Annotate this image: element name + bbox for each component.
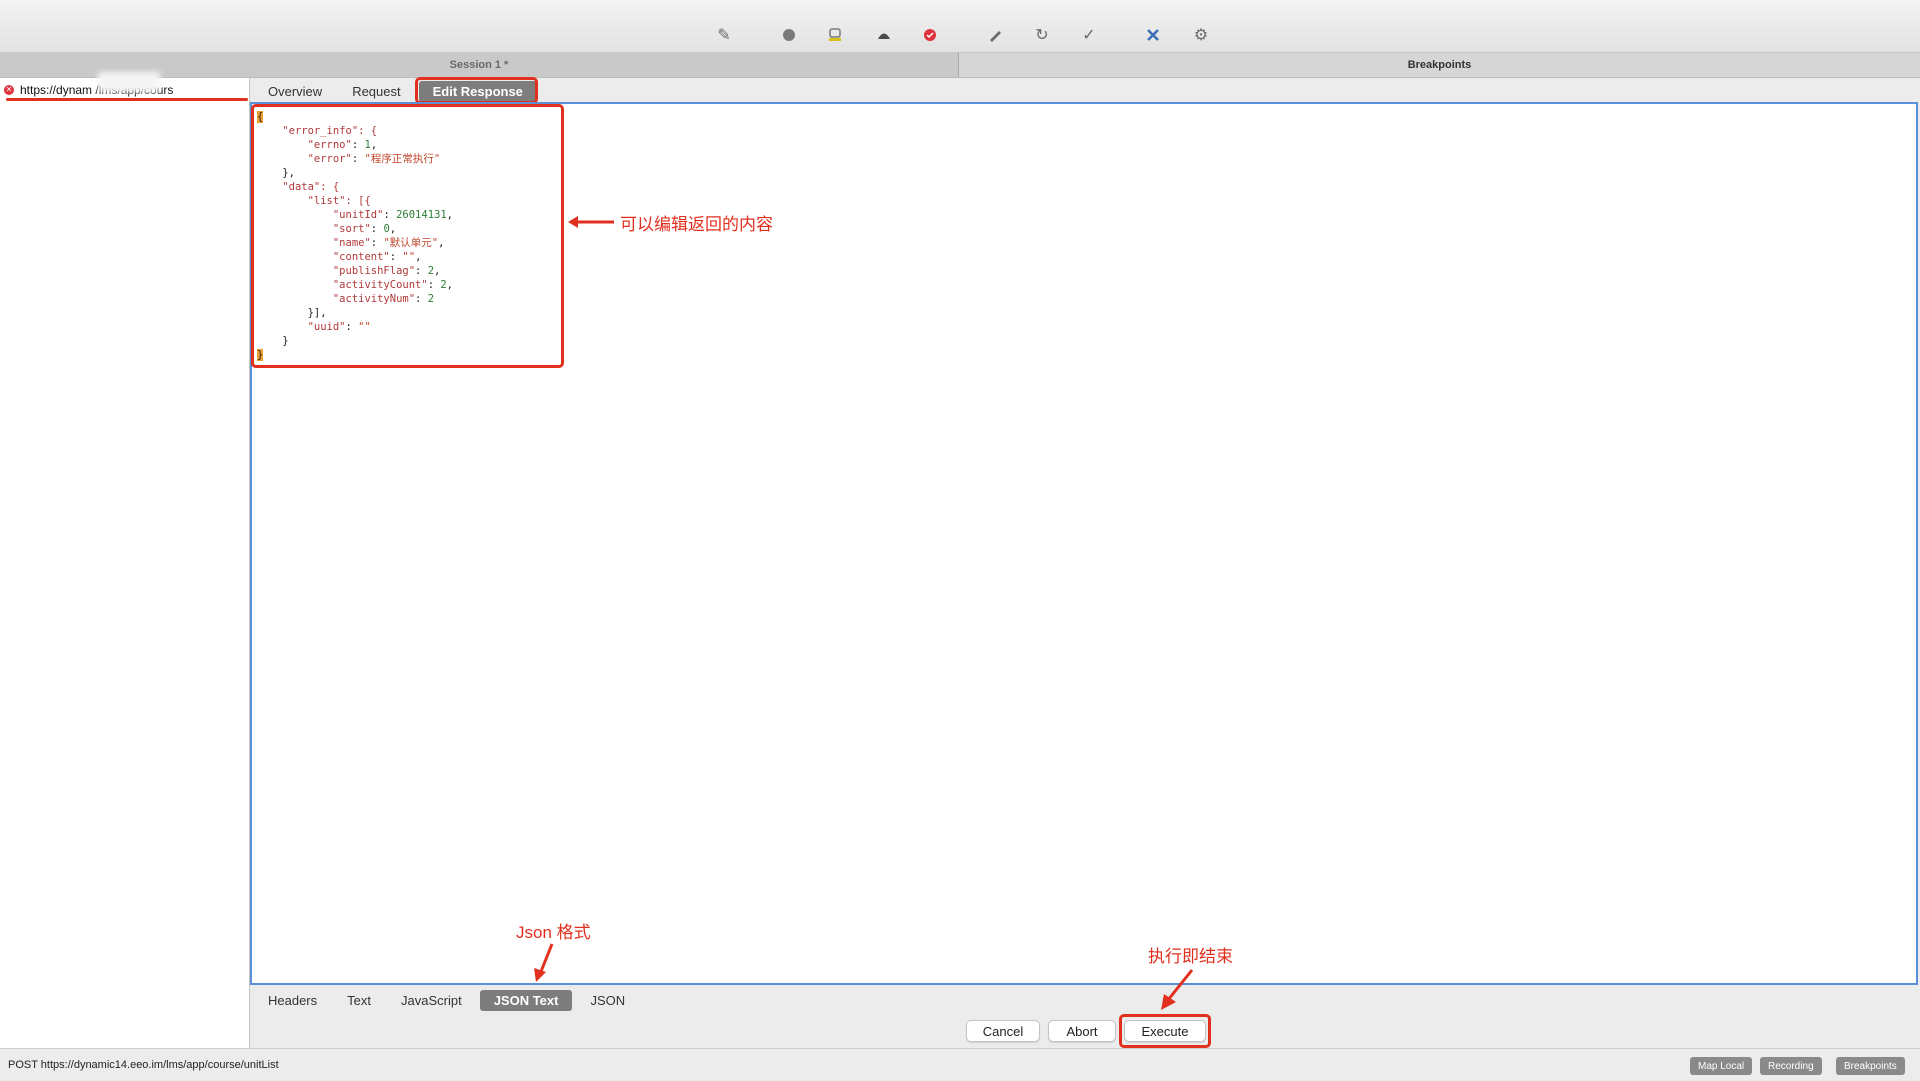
tab-json-text[interactable]: JSON Text	[479, 989, 573, 1011]
abort-button[interactable]: Abort	[1048, 1020, 1116, 1042]
json-value: ""	[402, 251, 416, 263]
json-line: }],	[307, 307, 327, 319]
json-key: "content"	[332, 251, 390, 263]
session-tabbar: Session 1 * Breakpoints	[0, 53, 1920, 78]
request-list: ✕ https://dynam /lms/app/cours	[0, 78, 250, 1048]
json-key: "sort"	[332, 223, 371, 235]
broom-icon[interactable]: ✎	[713, 24, 735, 46]
detail-tabs: Overview Request Edit Response	[250, 78, 1920, 104]
tab-json[interactable]: JSON	[578, 993, 637, 1008]
body-format-tabs: Headers Text JavaScript JSON Text JSON	[250, 988, 1920, 1012]
execute-button[interactable]: Execute	[1124, 1020, 1206, 1042]
toolbar: ✎ ↻ ✓ ⚙	[0, 0, 1920, 53]
json-key: "activityCount"	[332, 279, 428, 291]
json-key: "errno"	[307, 139, 352, 151]
recording-button[interactable]: Recording	[1760, 1057, 1822, 1075]
cancel-button[interactable]: Cancel	[966, 1020, 1040, 1042]
json-value: 2	[427, 265, 435, 277]
json-value: "默认单元"	[383, 237, 439, 249]
json-line: "list": [{	[307, 195, 371, 207]
annotation-execute-note: 执行即结束	[1148, 947, 1233, 966]
tab-text[interactable]: Text	[335, 993, 383, 1008]
json-value: 2	[427, 293, 435, 305]
json-key: "unitId"	[332, 209, 384, 221]
json-line: "data": {	[282, 181, 340, 193]
json-value: ""	[358, 321, 371, 333]
json-line: }	[282, 335, 289, 347]
status-text: POST https://dynamic14.eeo.im/lms/app/co…	[8, 1059, 279, 1071]
json-value: 0	[383, 223, 390, 235]
error-icon: ✕	[4, 85, 14, 95]
breakpoints-button[interactable]: Breakpoints	[1836, 1057, 1905, 1075]
json-text-editor[interactable]: { "error_info": { "errno": 1, "error": "…	[250, 102, 1918, 985]
redaction-blur	[98, 72, 160, 92]
tab-headers[interactable]: Headers	[256, 993, 329, 1008]
check-icon[interactable]: ✓	[1078, 24, 1100, 46]
settings-icon[interactable]: ⚙	[1190, 24, 1212, 46]
annotation-json-format: Json 格式	[516, 923, 591, 942]
json-key: "publishFlag"	[332, 265, 416, 277]
annotation-arrow-json	[534, 943, 554, 982]
pen-icon[interactable]	[984, 24, 1006, 46]
json-line: "error_info": {	[282, 125, 378, 137]
json-value: 2	[440, 279, 447, 291]
annotation-arrow-edit	[568, 216, 614, 228]
json-value: 26014131	[396, 209, 447, 221]
annotation-edit-note: 可以编辑返回的内容	[620, 215, 773, 234]
json-line: }	[257, 349, 264, 361]
throttle-icon[interactable]	[824, 24, 846, 46]
tab-edit-response[interactable]: Edit Response	[418, 80, 537, 102]
json-line: {	[257, 111, 264, 123]
status-bar: POST https://dynamic14.eeo.im/lms/app/co…	[0, 1048, 1920, 1081]
json-code[interactable]: { "error_info": { "errno": 1, "error": "…	[257, 110, 453, 362]
json-value: 1	[364, 139, 371, 151]
turtle-icon[interactable]	[873, 24, 895, 46]
json-value: "程序正常执行"	[364, 153, 441, 165]
annotation-underline	[6, 98, 248, 101]
json-key: "uuid"	[307, 321, 346, 333]
tab-overview[interactable]: Overview	[256, 84, 334, 99]
json-key: "activityNum"	[332, 293, 416, 305]
record-icon[interactable]	[778, 24, 800, 46]
json-key: "name"	[332, 237, 371, 249]
json-key: "error"	[307, 153, 352, 165]
breakpoint-icon[interactable]	[919, 24, 941, 46]
json-line: },	[282, 167, 295, 179]
map-local-button[interactable]: Map Local	[1690, 1057, 1753, 1075]
refresh-icon[interactable]: ↻	[1031, 24, 1053, 46]
tools-icon[interactable]	[1142, 24, 1164, 46]
tab-javascript[interactable]: JavaScript	[389, 993, 474, 1008]
tab-request[interactable]: Request	[340, 84, 412, 99]
tab-breakpoints[interactable]: Breakpoints	[959, 53, 1920, 77]
